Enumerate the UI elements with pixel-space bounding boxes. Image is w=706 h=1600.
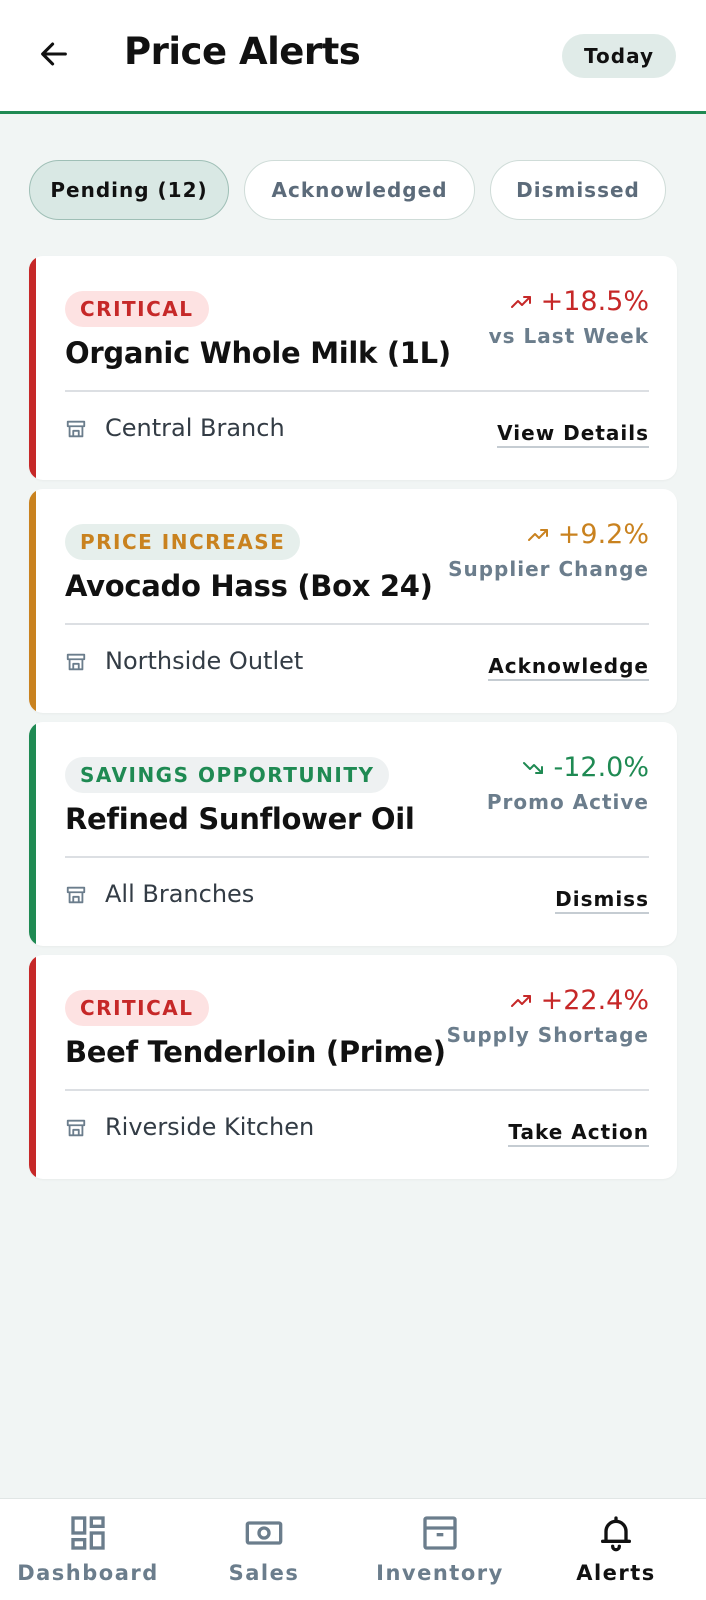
status-tabs: Pending (12) Acknowledged Dismissed (29, 160, 679, 220)
bottom-nav: Dashboard Sales Inventory Alerts (0, 1498, 706, 1600)
divider (65, 623, 649, 625)
severity-stripe (29, 256, 36, 480)
change-reason: Supplier Change (448, 557, 649, 581)
nav-label: Alerts (576, 1561, 656, 1585)
period-filter-button[interactable]: Today (562, 34, 676, 78)
price-change-value: +18.5% (540, 286, 649, 317)
severity-badge: SAVINGS OPPORTUNITY (65, 757, 390, 793)
nav-dashboard[interactable]: Dashboard (0, 1513, 176, 1593)
severity-stripe (29, 722, 36, 946)
take-action-button[interactable]: Take Action (508, 1120, 649, 1147)
trend-down-icon (523, 761, 544, 774)
bell-icon (601, 1516, 631, 1552)
severity-badge: CRITICAL (65, 291, 209, 327)
nav-label: Inventory (376, 1561, 504, 1585)
dismiss-button[interactable]: Dismiss (555, 887, 649, 914)
dashboard-icon (71, 1516, 105, 1550)
product-name: Avocado Hass (Box 24) (65, 569, 433, 603)
nav-alerts[interactable]: Alerts (528, 1513, 704, 1593)
store-name: All Branches (105, 880, 255, 908)
cash-icon (245, 1521, 283, 1545)
page-title: Price Alerts (124, 30, 361, 73)
trend-up-icon (510, 295, 531, 308)
severity-badge: CRITICAL (65, 990, 209, 1026)
store-icon (66, 886, 86, 904)
store-icon (66, 1119, 86, 1137)
tab-dismissed[interactable]: Dismissed (490, 160, 666, 220)
view-details-button[interactable]: View Details (497, 421, 649, 448)
store-name: Riverside Kitchen (105, 1113, 315, 1141)
archive-box-icon (423, 1516, 457, 1550)
alert-card[interactable]: CRITICAL Beef Tenderloin (Prime) +22.4% … (29, 955, 677, 1179)
price-change-value: -12.0% (553, 752, 649, 783)
product-name: Refined Sunflower Oil (65, 802, 415, 836)
price-change-value: +22.4% (540, 985, 649, 1016)
price-change: +22.4% (509, 985, 649, 1016)
divider (65, 856, 649, 858)
nav-inventory[interactable]: Inventory (352, 1513, 528, 1593)
nav-label: Sales (228, 1561, 300, 1585)
nav-sales[interactable]: Sales (176, 1513, 352, 1593)
product-name: Organic Whole Milk (1L) (65, 336, 451, 370)
store-icon (66, 653, 86, 671)
change-reason: Supply Shortage (446, 1023, 649, 1047)
alert-card[interactable]: CRITICAL Organic Whole Milk (1L) +18.5% … (29, 256, 677, 480)
back-button[interactable] (34, 34, 74, 74)
store-name: Central Branch (105, 414, 285, 442)
product-name: Beef Tenderloin (Prime) (65, 1035, 446, 1069)
tab-pending[interactable]: Pending (12) (29, 160, 229, 220)
severity-stripe (29, 955, 36, 1179)
nav-label: Dashboard (17, 1561, 159, 1585)
change-reason: vs Last Week (488, 324, 649, 348)
app-header: Price Alerts Today (0, 0, 706, 114)
alert-card[interactable]: SAVINGS OPPORTUNITY Refined Sunflower Oi… (29, 722, 677, 946)
change-reason: Promo Active (486, 790, 649, 814)
severity-stripe (29, 489, 36, 713)
price-change: +9.2% (526, 519, 649, 550)
severity-badge: PRICE INCREASE (65, 524, 301, 560)
alert-card[interactable]: PRICE INCREASE Avocado Hass (Box 24) +9.… (29, 489, 677, 713)
trend-up-icon (510, 994, 531, 1007)
trend-up-icon (527, 528, 548, 541)
store-name: Northside Outlet (105, 647, 304, 675)
price-change-value: +9.2% (557, 519, 649, 550)
divider (65, 390, 649, 392)
price-change: -12.0% (521, 752, 649, 783)
arrow-left-icon (41, 42, 67, 66)
acknowledge-button[interactable]: Acknowledge (488, 654, 649, 681)
tab-acknowledged[interactable]: Acknowledged (244, 160, 475, 220)
price-change: +18.5% (509, 286, 649, 317)
store-icon (66, 420, 86, 438)
divider (65, 1089, 649, 1091)
